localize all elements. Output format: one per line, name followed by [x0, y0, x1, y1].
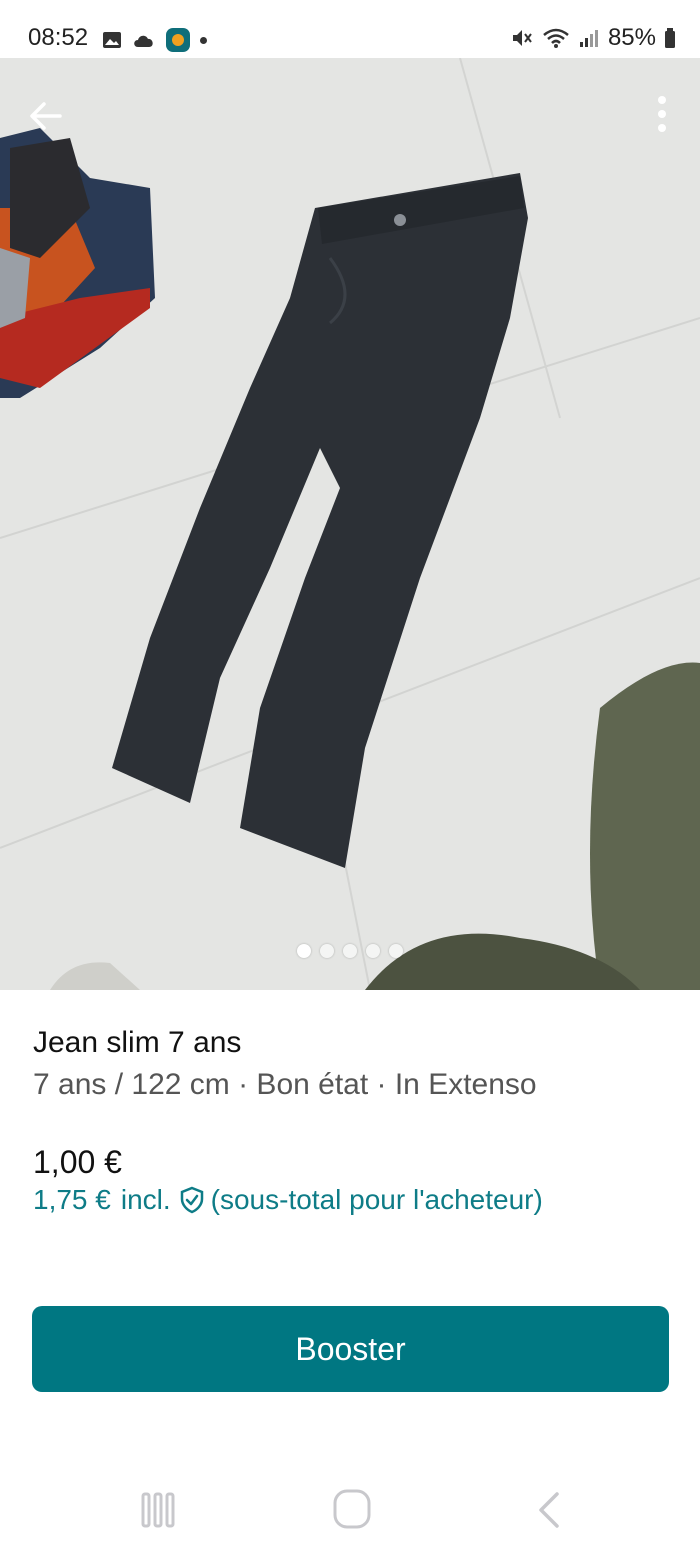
wifi-icon	[543, 28, 569, 48]
back-nav-icon[interactable]	[525, 1488, 575, 1532]
pager-dot[interactable]	[343, 944, 357, 958]
item-photo	[0, 58, 700, 990]
item-price: 1,00 €	[33, 1144, 122, 1180]
battery-percent: 85%	[607, 24, 656, 51]
battery-icon	[665, 28, 675, 48]
pager-dot[interactable]	[297, 944, 311, 958]
price-incl-protection[interactable]: 1,75 € incl. (sous-total pour l'acheteur…	[33, 1184, 543, 1216]
pager-dot[interactable]	[366, 944, 380, 958]
signal-icon	[579, 30, 598, 47]
item-title: Jean slim 7 ans	[33, 1026, 242, 1059]
recent-apps-icon[interactable]	[133, 1488, 183, 1532]
cloud-icon	[134, 35, 153, 47]
mute-icon	[512, 30, 532, 46]
item-subtitle: 7 ans / 122 cm · Bon état · In Extenso	[33, 1068, 537, 1101]
price-incl-value: 1,75 €	[33, 1184, 111, 1215]
system-nav-bar	[0, 1460, 700, 1556]
incl-label: incl.	[120, 1184, 171, 1215]
gallery-icon	[103, 32, 121, 48]
notification-dot	[200, 36, 207, 44]
app-icon	[166, 28, 190, 52]
pager-dot[interactable]	[320, 944, 334, 958]
shield-check-icon	[180, 1186, 203, 1214]
back-arrow-icon[interactable]	[24, 94, 68, 138]
booster-button[interactable]: Booster	[32, 1306, 669, 1392]
item-photo-gallery[interactable]	[0, 58, 700, 990]
buyer-note: (sous-total pour l'acheteur)	[210, 1184, 543, 1215]
pager-dot[interactable]	[389, 944, 403, 958]
more-options-icon[interactable]	[652, 92, 672, 136]
gallery-pager	[0, 944, 700, 958]
status-bar: 08:52 85%	[0, 0, 700, 58]
home-icon[interactable]	[327, 1488, 377, 1532]
status-time: 08:52	[28, 24, 89, 51]
